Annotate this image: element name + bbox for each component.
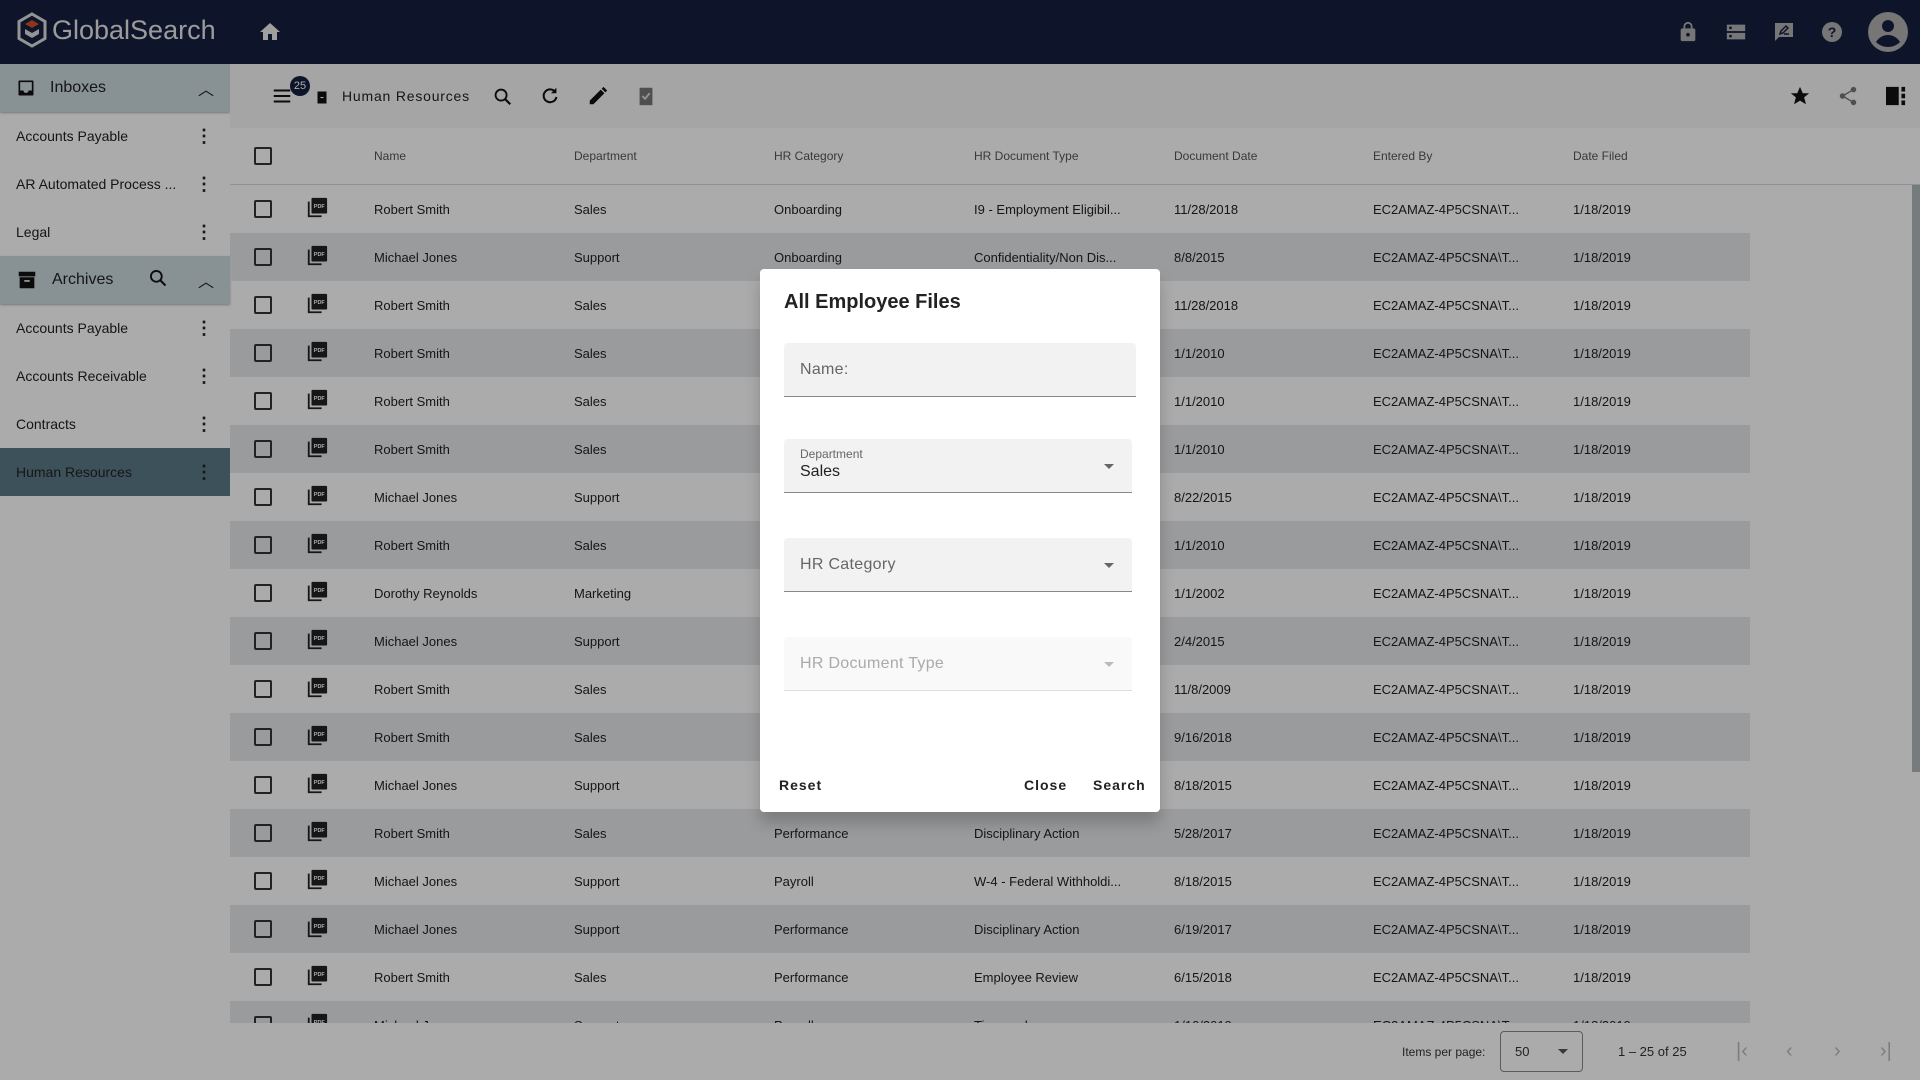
department-value: Sales xyxy=(800,463,841,480)
dropdown-arrow-icon xyxy=(1104,662,1114,667)
hr-document-type-select: HR Document Type xyxy=(784,637,1132,691)
department-select[interactable]: Department Sales xyxy=(784,439,1132,493)
search-dialog: All Employee Files Name: Department Sales… xyxy=(760,269,1160,812)
department-label: Department xyxy=(800,447,863,461)
hr-category-placeholder: HR Category xyxy=(800,556,896,573)
dialog-title: All Employee Files xyxy=(784,291,961,313)
name-input[interactable]: Name: xyxy=(784,343,1136,397)
close-button[interactable]: Close xyxy=(1024,777,1067,793)
hr-category-select[interactable]: HR Category xyxy=(784,538,1132,592)
reset-button[interactable]: Reset xyxy=(779,777,822,793)
search-button[interactable]: Search xyxy=(1093,777,1146,793)
name-placeholder: Name: xyxy=(800,361,849,378)
dropdown-arrow-icon xyxy=(1104,464,1114,469)
hr-document-type-placeholder: HR Document Type xyxy=(800,655,945,672)
dropdown-arrow-icon xyxy=(1104,563,1114,568)
